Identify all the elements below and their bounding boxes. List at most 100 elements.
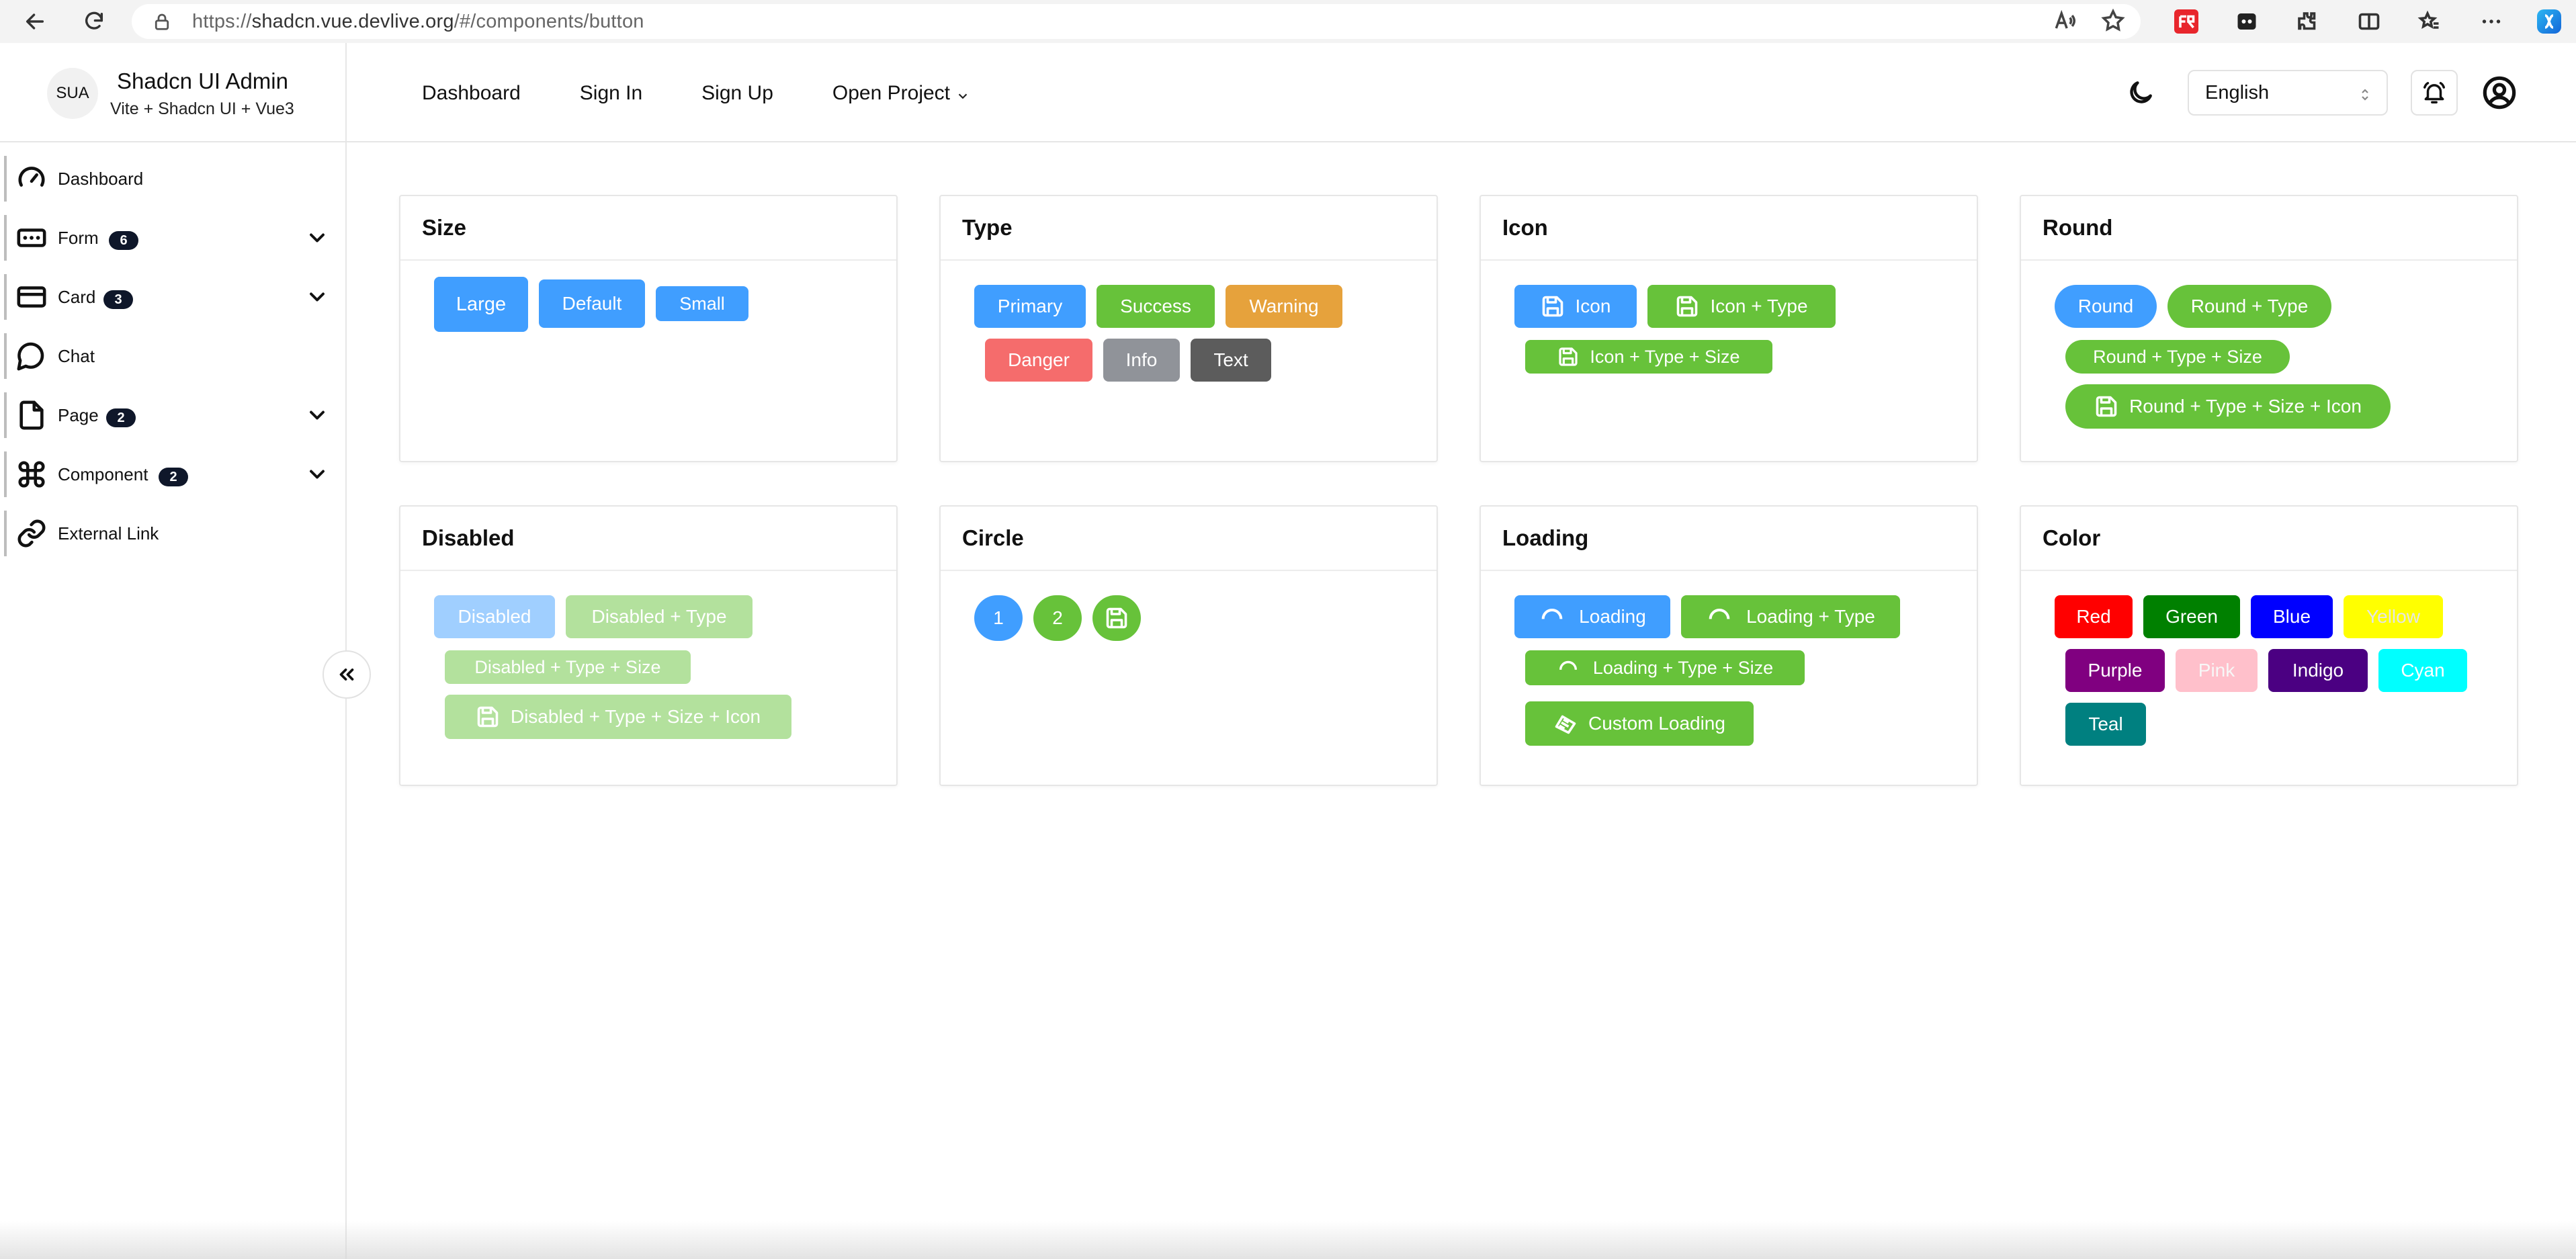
round-type-size-icon-button[interactable]: Round + Type + Size + Icon bbox=[2065, 384, 2391, 429]
sidebar-marker bbox=[4, 274, 7, 320]
notifications-button[interactable] bbox=[2411, 70, 2458, 116]
save-icon bbox=[1559, 347, 1578, 366]
extension-icon[interactable] bbox=[2174, 9, 2198, 34]
save-icon bbox=[1542, 296, 1563, 317]
custom-loading-button[interactable]: Custom Loading bbox=[1525, 701, 1754, 746]
pink-button[interactable]: Pink bbox=[2176, 649, 2258, 692]
red-button[interactable]: Red bbox=[2055, 595, 2133, 638]
indigo-button[interactable]: Indigo bbox=[2268, 649, 2368, 692]
loading-button[interactable]: Loading bbox=[1514, 595, 1670, 638]
favorites-icon[interactable] bbox=[2417, 9, 2442, 34]
back-button[interactable] bbox=[19, 5, 51, 38]
copilot-icon[interactable] bbox=[2537, 9, 2561, 34]
card-disabled: Disabled Disabled Disabled + Type Disabl… bbox=[399, 505, 898, 786]
sidebar-item-card[interactable]: Card 3 bbox=[4, 270, 340, 324]
sidebar-marker bbox=[4, 333, 7, 379]
sidebar-item-label: Component bbox=[58, 464, 148, 484]
circle-button-1[interactable]: 1 bbox=[974, 595, 1023, 641]
round-type-size-button[interactable]: Round + Type + Size bbox=[2065, 340, 2290, 374]
command-icon bbox=[16, 459, 47, 490]
warning-button[interactable]: Warning bbox=[1226, 285, 1342, 328]
loading-type-size-button[interactable]: Loading + Type + Size bbox=[1525, 650, 1805, 685]
save-icon bbox=[477, 706, 499, 728]
lock-icon bbox=[152, 11, 172, 32]
more-icon[interactable] bbox=[2479, 9, 2503, 34]
card-icon: Icon Icon Icon + Type Icon + Type + Size bbox=[1479, 195, 1978, 462]
disabled-type-size-icon-button: Disabled + Type + Size + Icon bbox=[445, 695, 791, 739]
app-subtitle: Vite + Shadcn UI + Vue3 bbox=[110, 99, 294, 118]
sidebar-item-label: Chat bbox=[58, 345, 95, 366]
card-title: Color bbox=[2021, 507, 2517, 571]
loading-spinner-icon bbox=[1541, 609, 1563, 619]
reload-button[interactable] bbox=[78, 5, 110, 38]
button-label: Loading + Type bbox=[1746, 606, 1875, 627]
chevron-down-icon[interactable] bbox=[305, 285, 329, 309]
chevron-down-icon[interactable] bbox=[305, 226, 329, 250]
icon-type-size-button[interactable]: Icon + Type + Size bbox=[1525, 340, 1772, 374]
save-icon bbox=[2096, 396, 2117, 417]
sidebar-marker bbox=[4, 215, 7, 261]
sidebar-item-external-link[interactable]: External Link bbox=[4, 507, 340, 560]
read-aloud-icon[interactable] bbox=[2052, 8, 2077, 37]
success-button[interactable]: Success bbox=[1097, 285, 1215, 328]
nav-sign-up[interactable]: Sign Up bbox=[701, 82, 773, 105]
sidebar-item-chat[interactable]: Chat bbox=[4, 329, 340, 383]
default-button[interactable]: Default bbox=[539, 279, 645, 328]
chevron-down-icon[interactable] bbox=[305, 403, 329, 427]
circle-icon-button[interactable] bbox=[1092, 595, 1141, 641]
theme-toggle-moon-icon[interactable] bbox=[2126, 78, 2155, 107]
blue-button[interactable]: Blue bbox=[2251, 595, 2333, 638]
card-title: Loading bbox=[1481, 507, 1977, 571]
card-title: Round bbox=[2021, 196, 2517, 261]
small-button[interactable]: Small bbox=[656, 286, 748, 321]
disabled-type-size-button: Disabled + Type + Size bbox=[445, 650, 691, 684]
teal-button[interactable]: Teal bbox=[2065, 703, 2146, 746]
sidebar-item-dashboard[interactable]: Dashboard bbox=[4, 152, 340, 206]
sidebar-item-page[interactable]: Page 2 bbox=[4, 388, 340, 442]
yellow-button[interactable]: Yellow bbox=[2344, 595, 2443, 638]
save-icon bbox=[1677, 296, 1698, 317]
cyan-button[interactable]: Cyan bbox=[2378, 649, 2467, 692]
chevron-down-icon[interactable] bbox=[305, 462, 329, 486]
split-screen-icon[interactable] bbox=[2357, 9, 2381, 34]
nav-sign-in[interactable]: Sign In bbox=[580, 82, 642, 105]
primary-button[interactable]: Primary bbox=[974, 285, 1086, 328]
chevron-up-down-icon bbox=[2358, 86, 2372, 102]
button-label: Icon + Type bbox=[1710, 296, 1808, 316]
card-round: Round Round Round + Type Round + Type + … bbox=[2020, 195, 2518, 462]
address-bar[interactable]: https://shadcn.vue.devlive.org/#/compone… bbox=[132, 4, 2141, 39]
button-label: Disabled + Type + Size + Icon bbox=[510, 706, 761, 727]
large-button[interactable]: Large bbox=[434, 277, 528, 332]
sidebar-marker bbox=[4, 156, 7, 202]
count-badge: 2 bbox=[106, 408, 136, 427]
purple-button[interactable]: Purple bbox=[2065, 649, 2165, 692]
avatar[interactable]: SUA bbox=[47, 68, 98, 119]
count-badge: 2 bbox=[159, 468, 188, 486]
language-select[interactable]: English bbox=[2188, 70, 2388, 116]
round-type-button[interactable]: Round + Type bbox=[2167, 285, 2331, 328]
nav-open-project[interactable]: Open Project bbox=[832, 82, 970, 105]
sidebar-item-component[interactable]: Component 2 bbox=[4, 447, 340, 501]
extension-icon[interactable] bbox=[2235, 9, 2259, 34]
puzzle-icon[interactable] bbox=[2295, 9, 2319, 34]
sidebar-item-form[interactable]: Form 6 bbox=[4, 211, 340, 265]
info-button[interactable]: Info bbox=[1103, 339, 1180, 382]
nav-dashboard[interactable]: Dashboard bbox=[422, 82, 521, 105]
bell-ring-icon bbox=[2423, 82, 2445, 103]
sidebar-marker bbox=[4, 511, 7, 556]
round-button[interactable]: Round bbox=[2055, 285, 2157, 328]
card-title: Type bbox=[941, 196, 1436, 261]
danger-button[interactable]: Danger bbox=[985, 339, 1092, 382]
text-button[interactable]: Text bbox=[1191, 339, 1271, 382]
loading-type-button[interactable]: Loading + Type bbox=[1681, 595, 1900, 638]
favorite-star-icon[interactable] bbox=[2100, 8, 2126, 37]
green-button[interactable]: Green bbox=[2143, 595, 2240, 638]
collapse-sidebar-button[interactable] bbox=[323, 650, 371, 699]
circle-button-2[interactable]: 2 bbox=[1033, 595, 1082, 641]
icon-type-button[interactable]: Icon + Type bbox=[1647, 285, 1836, 328]
disabled-button: Disabled bbox=[434, 595, 555, 638]
browser-toolbar: https://shadcn.vue.devlive.org/#/compone… bbox=[0, 0, 2576, 43]
user-icon[interactable] bbox=[2482, 75, 2517, 110]
icon-button[interactable]: Icon bbox=[1514, 285, 1637, 328]
card-title: Circle bbox=[941, 507, 1436, 571]
